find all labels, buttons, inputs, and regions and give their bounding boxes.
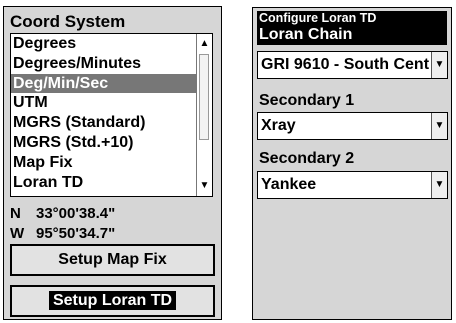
list-item[interactable]: UTM bbox=[11, 93, 198, 113]
scroll-down-arrow-icon[interactable]: ▼ bbox=[197, 179, 212, 193]
list-item[interactable]: MGRS (Standard) bbox=[11, 113, 198, 133]
setup-loran-td-label: Setup Loran TD bbox=[48, 291, 177, 310]
list-item[interactable]: MGRS (Std.+10) bbox=[11, 133, 198, 153]
loran-header: Configure Loran TD Loran Chain bbox=[257, 11, 447, 45]
list-item[interactable]: Degrees/Minutes bbox=[11, 54, 198, 74]
scroll-up-arrow-icon[interactable]: ▲ bbox=[197, 37, 212, 51]
coord-system-title: Coord System bbox=[10, 12, 126, 31]
coord-system-panel: Coord System Degrees Degrees/Minutes Deg/M… bbox=[3, 6, 222, 320]
scrollbar-thumb[interactable] bbox=[199, 54, 209, 140]
list-item[interactable]: Degrees bbox=[11, 34, 198, 54]
loran-chain-dropdown[interactable]: GRI 9610 - South Cent ▼ bbox=[257, 51, 448, 79]
secondary-2-dropdown[interactable]: Yankee ▼ bbox=[257, 171, 448, 199]
list-item[interactable]: Deg/Min/Sec bbox=[11, 73, 198, 94]
secondary-2-label: Secondary 2 bbox=[259, 150, 355, 167]
loran-chain-label: Loran Chain bbox=[259, 26, 353, 43]
secondary-1-label: Secondary 1 bbox=[259, 92, 355, 109]
list-item[interactable]: Map Fix bbox=[11, 153, 198, 173]
latitude-value: 33°00'38.4" bbox=[36, 205, 116, 222]
setup-loran-td-button[interactable]: Setup Loran TD bbox=[10, 285, 215, 317]
secondary-1-value: Xray bbox=[261, 117, 296, 134]
setup-map-fix-button[interactable]: Setup Map Fix bbox=[10, 244, 215, 276]
configure-loran-title: Configure Loran TD bbox=[259, 11, 377, 25]
chevron-down-icon[interactable]: ▼ bbox=[431, 113, 447, 139]
longitude-label: W bbox=[10, 225, 25, 242]
longitude-readout: W 95°50'34.7" bbox=[10, 225, 115, 243]
secondary-1-dropdown[interactable]: Xray ▼ bbox=[257, 112, 448, 140]
setup-map-fix-label: Setup Map Fix bbox=[58, 251, 167, 268]
coord-system-listbox[interactable]: Degrees Degrees/Minutes Deg/Min/Sec UTM MGRS… bbox=[10, 33, 213, 197]
coord-system-list: Degrees Degrees/Minutes Deg/Min/Sec UTM MGRS… bbox=[11, 34, 198, 192]
chevron-down-icon[interactable]: ▼ bbox=[431, 172, 447, 198]
list-scrollbar[interactable]: ▲ ▼ bbox=[196, 34, 212, 196]
list-item[interactable]: Loran TD bbox=[11, 173, 198, 193]
latitude-readout: N 33°00'38.4" bbox=[10, 205, 115, 223]
chevron-down-icon[interactable]: ▼ bbox=[431, 52, 447, 78]
latitude-label: N bbox=[10, 205, 21, 222]
longitude-value: 95°50'34.7" bbox=[36, 225, 116, 242]
configure-loran-panel: Configure Loran TD Loran Chain GRI 9610 … bbox=[252, 7, 452, 320]
secondary-2-value: Yankee bbox=[261, 176, 317, 193]
loran-chain-value: GRI 9610 - South Cent bbox=[261, 56, 430, 73]
